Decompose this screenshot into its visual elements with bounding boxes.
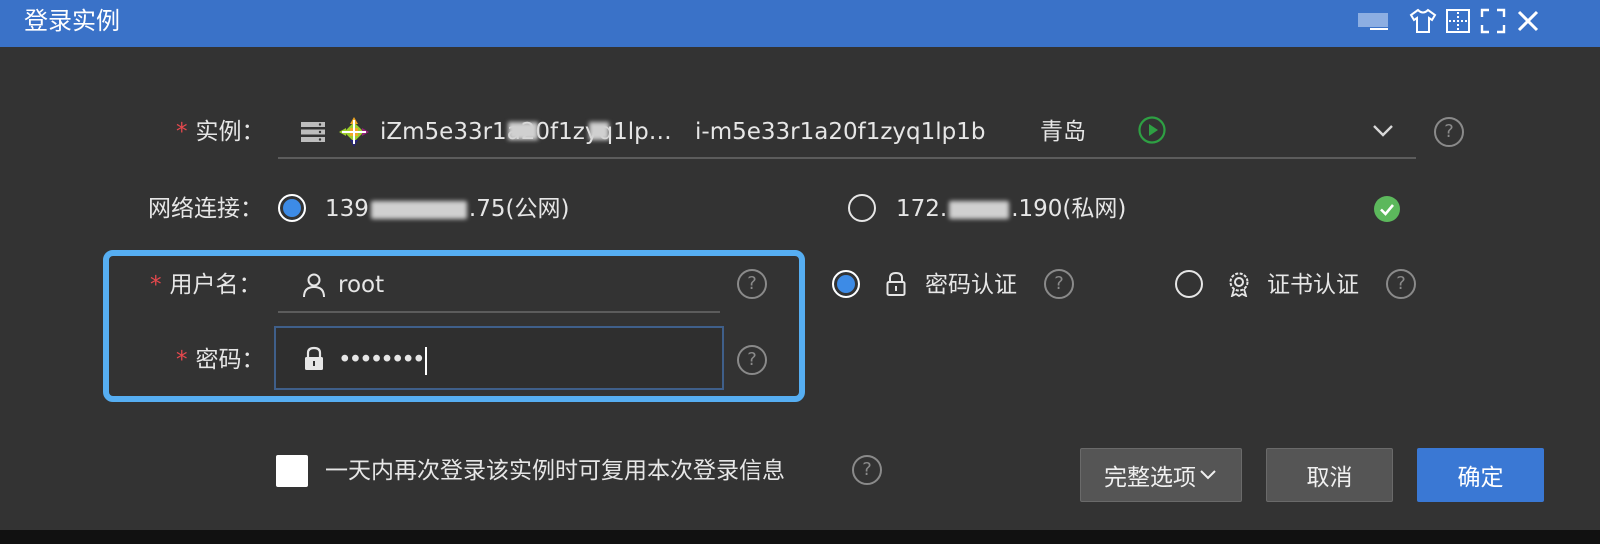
confirm-button[interactable]: 确定 [1417,448,1544,502]
redaction-mask [589,122,609,140]
password-help-icon[interactable]: ? [737,345,767,375]
password-auth-help-icon[interactable]: ? [1044,269,1074,299]
network-private-radio[interactable] [848,194,876,222]
redaction-mask [370,200,467,219]
full-options-button[interactable]: 完整选项 [1080,448,1242,502]
instance-dropdown-chevron-icon[interactable] [1370,118,1396,148]
remember-help-icon[interactable]: ? [852,455,882,485]
password-label: * 密码： [176,347,265,373]
username-label: * 用户名： [150,272,262,298]
fullscreen-icon[interactable] [1476,6,1510,36]
bottom-edge [0,530,1600,544]
centos-os-icon [338,116,370,152]
remember-checkbox[interactable] [276,455,308,487]
window-title: 登录实例 [24,7,120,35]
username-help-icon[interactable]: ? [737,269,767,299]
text-cursor [424,346,427,375]
lock-outline-icon [884,271,908,301]
username-input[interactable]: root [338,269,384,301]
cancel-button[interactable]: 取消 [1266,448,1393,502]
instance-label: * 实例： [176,119,265,145]
close-icon[interactable] [1511,6,1545,36]
certificate-badge-icon [1226,271,1252,301]
layout-icon[interactable] [1441,6,1475,36]
instance-help-icon[interactable]: ? [1434,117,1464,147]
network-public-address: 139.75(公网) [325,196,570,222]
instance-id: i-m5e33r1a20f1zyq1lp1b [695,119,986,145]
network-public-radio[interactable] [278,194,306,222]
cert-auth-label: 证书认证 [1267,272,1359,298]
minimize-icon[interactable] [1353,6,1393,36]
redaction-mask [508,122,538,140]
tshirt-icon[interactable] [1406,6,1440,36]
password-input[interactable]: •••••••• [338,344,427,376]
cert-auth-radio[interactable] [1175,270,1203,298]
cert-auth-help-icon[interactable]: ? [1386,269,1416,299]
password-auth-radio[interactable] [832,270,860,298]
instance-region: 青岛 [1040,119,1086,145]
password-auth-label: 密码认证 [925,272,1017,298]
network-private-address: 172. .190(私网) [896,196,1127,222]
instance-select-underline[interactable] [278,157,1416,159]
username-underline [278,311,720,313]
network-check-icon [1373,195,1401,227]
lock-icon [302,346,326,376]
redaction-mask [949,200,1010,219]
chevron-down-icon [1200,470,1216,480]
instance-running-icon [1137,115,1167,149]
remember-label: 一天内再次登录该实例时可复用本次登录信息 [325,458,785,484]
network-label: 网络连接： [148,196,263,222]
server-icon [300,120,326,148]
user-icon [302,272,326,302]
